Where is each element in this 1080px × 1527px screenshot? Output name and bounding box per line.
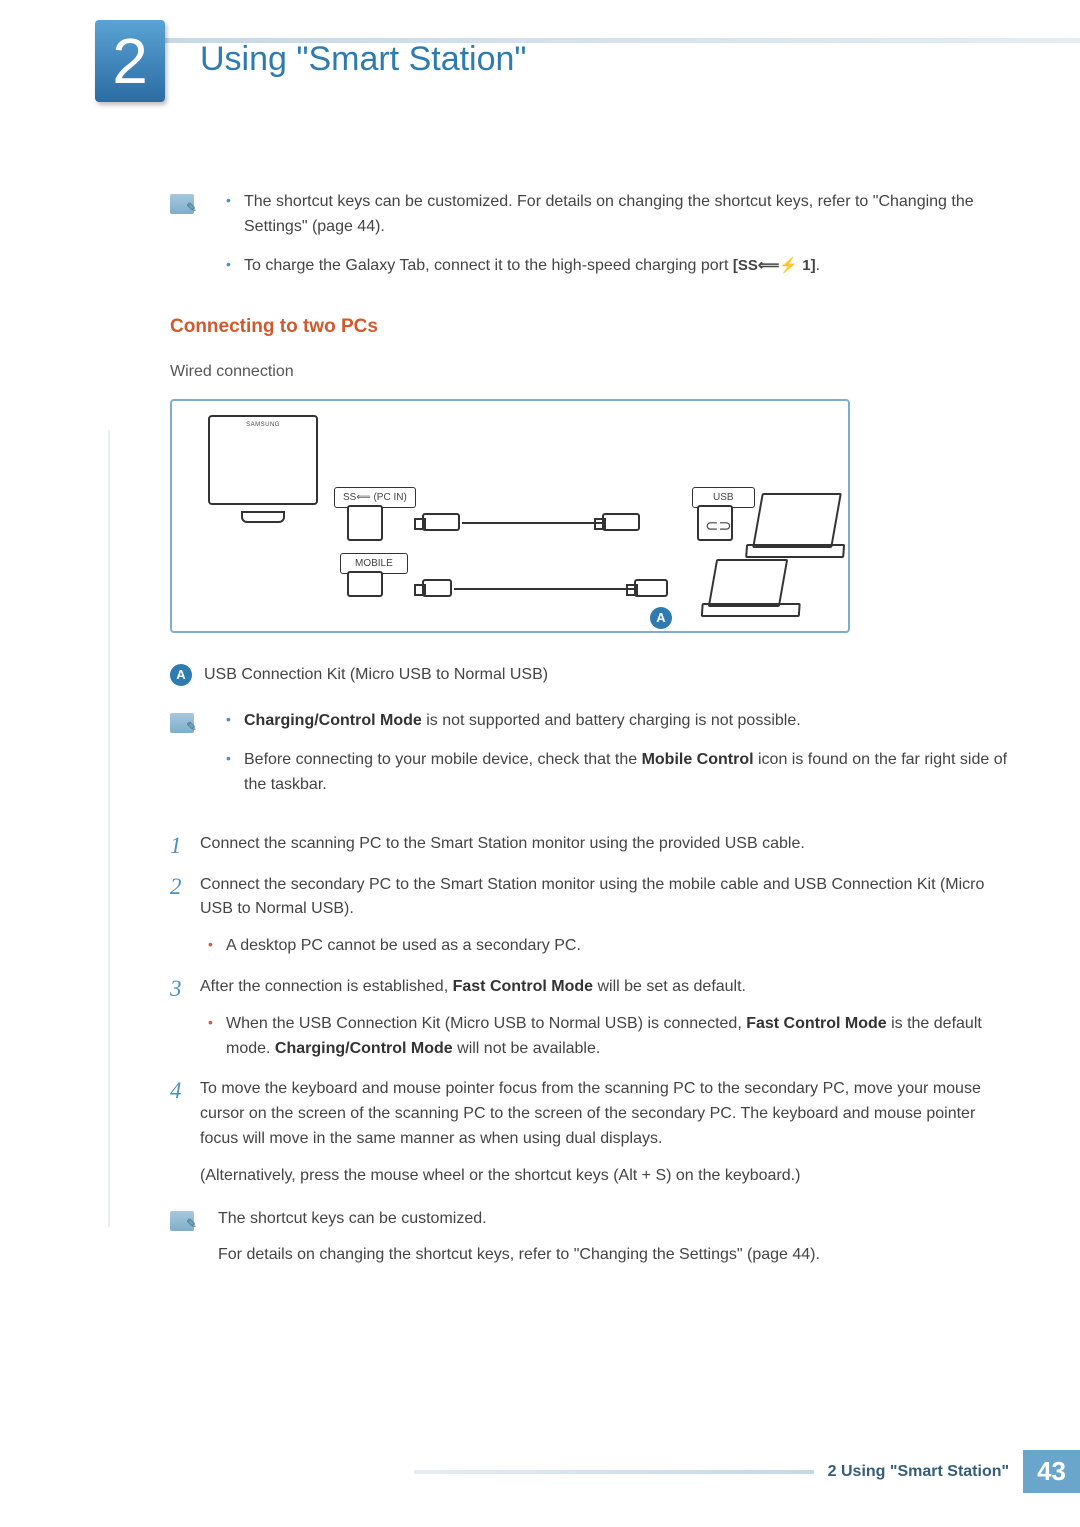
step-item: 2 Connect the secondary PC to the Smart …: [170, 873, 1010, 959]
page-footer: 2 Using "Smart Station" 43: [414, 1450, 1080, 1493]
step-number: 2: [170, 869, 182, 905]
note-line: For details on changing the shortcut key…: [218, 1243, 1010, 1268]
laptop-icon: [752, 493, 842, 548]
note-block: The shortcut keys can be customized. For…: [170, 1207, 1010, 1269]
port-icon: [347, 571, 383, 597]
step-number: 3: [170, 971, 182, 1007]
vertical-rule: [108, 430, 110, 1227]
cable-plug-icon: [422, 513, 460, 531]
note-icon: [170, 713, 194, 733]
charging-port-symbol: [SS⟸⚡ 1]: [733, 254, 816, 277]
note-item: The shortcut keys can be customized. For…: [218, 190, 1010, 240]
note-item: Charging/Control Mode is not supported a…: [218, 709, 1010, 734]
step-number: 4: [170, 1073, 182, 1109]
sub-heading: Wired connection: [170, 360, 1010, 385]
page-number: 43: [1023, 1450, 1080, 1493]
monitor-icon: [208, 415, 318, 505]
footer-chapter-text: 2 Using "Smart Station": [828, 1463, 1009, 1481]
note-line: The shortcut keys can be customized.: [218, 1207, 1010, 1232]
chapter-number: 2: [112, 29, 148, 93]
legend-marker-a: A: [170, 664, 192, 686]
cable-plug-icon: [422, 579, 452, 597]
laptop-icon: [708, 559, 788, 607]
note-block: The shortcut keys can be customized. For…: [170, 190, 1010, 292]
step-item: 1 Connect the scanning PC to the Smart S…: [170, 832, 1010, 857]
steps-list: 1 Connect the scanning PC to the Smart S…: [170, 832, 1010, 1189]
note-item: To charge the Galaxy Tab, connect it to …: [218, 254, 1010, 279]
note-block: Charging/Control Mode is not supported a…: [170, 709, 1010, 811]
cable-line: [454, 588, 634, 590]
page-content: The shortcut keys can be customized. For…: [170, 190, 1010, 1288]
sub-note: When the USB Connection Kit (Micro USB t…: [200, 1012, 1010, 1062]
note-icon: [170, 1211, 194, 1231]
note-icon: [170, 194, 194, 214]
diagram-legend: A USB Connection Kit (Micro USB to Norma…: [170, 663, 1010, 688]
footer-rule: [414, 1470, 814, 1474]
step-number: 1: [170, 828, 182, 864]
port-icon: [347, 505, 383, 541]
sub-note: A desktop PC cannot be used as a seconda…: [200, 934, 1010, 959]
chapter-badge: 2: [95, 20, 165, 102]
section-heading: Connecting to two PCs: [170, 312, 1010, 341]
chapter-title: Using "Smart Station": [200, 40, 527, 79]
connection-diagram: SS⟸ (PC IN) MOBILE USB ⊂⊃ A: [170, 399, 850, 633]
cable-line: [462, 522, 602, 524]
usb-port-icon: ⊂⊃: [697, 505, 733, 541]
step-item: 4 To move the keyboard and mouse pointer…: [170, 1077, 1010, 1188]
diagram-marker-a: A: [650, 607, 672, 629]
legend-text: USB Connection Kit (Micro USB to Normal …: [204, 663, 548, 688]
step-item: 3 After the connection is established, F…: [170, 975, 1010, 1061]
cable-plug-icon: [602, 513, 640, 531]
adapter-icon: [634, 579, 668, 597]
note-item: Before connecting to your mobile device,…: [218, 748, 1010, 798]
